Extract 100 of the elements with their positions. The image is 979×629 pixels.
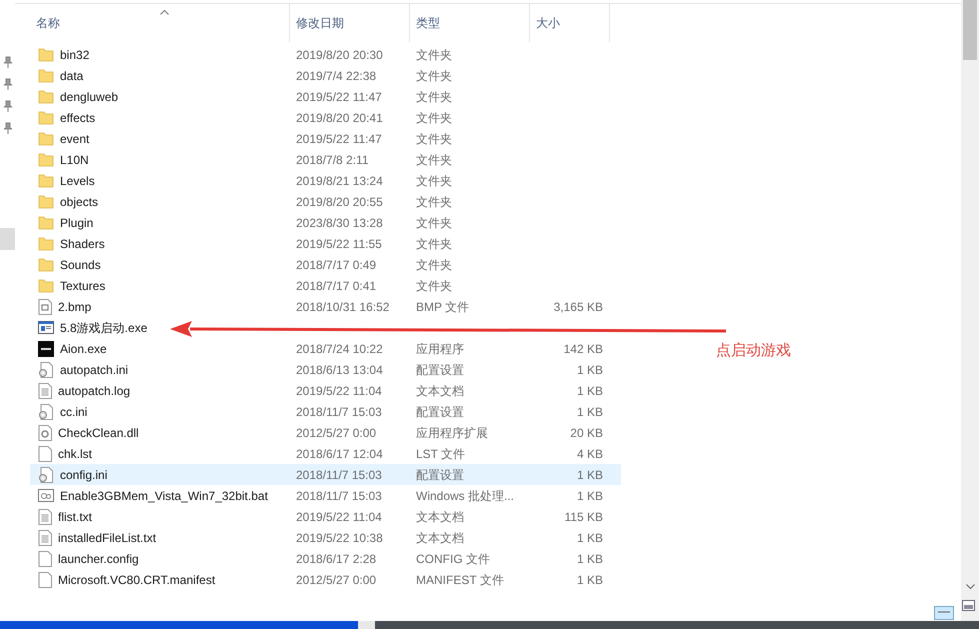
file-icon [38, 572, 52, 588]
file-row[interactable]: launcher.config 2018/6/17 2:28 CONFIG 文件 1 KB [30, 548, 621, 569]
folder-icon [38, 278, 54, 292]
file-size: 1 KB [576, 572, 603, 588]
file-row[interactable]: autopatch.ini 2018/6/13 13:04 配置设置 1 KB [30, 359, 621, 380]
column-header[interactable]: 名称 [30, 4, 290, 42]
file-name: chk.lst [58, 446, 92, 462]
scrollbar-thumb[interactable] [963, 0, 977, 60]
file-row[interactable]: Shaders 2019/5/22 11:55 文件夹 [30, 233, 621, 254]
file-row[interactable]: objects 2019/8/20 20:55 文件夹 [30, 191, 621, 212]
file-row[interactable]: L10N 2018/7/8 2:11 文件夹 [30, 149, 621, 170]
file-row[interactable]: 5.8游戏启动.exe [30, 317, 621, 338]
file-name: Aion.exe [60, 340, 107, 358]
file-type: 文件夹 [416, 68, 452, 82]
file-row[interactable]: autopatch.log 2019/5/22 11:04 文本文档 1 KB [30, 380, 621, 401]
image-file-icon [38, 298, 52, 314]
file-type: 配置设置 [416, 404, 464, 418]
modified-date: 2019/5/22 11:47 [296, 90, 382, 104]
modified-date: 2018/11/7 15:03 [296, 404, 382, 418]
file-size: 20 KB [570, 424, 603, 442]
file-type: 配置设置 [416, 468, 464, 482]
folder-icon [38, 90, 54, 104]
modified-date: 2018/7/17 0:49 [296, 258, 376, 272]
file-type: 文件夹 [416, 48, 452, 62]
file-name: Shaders [60, 236, 105, 252]
file-row[interactable]: Levels 2019/8/21 13:24 文件夹 [30, 170, 621, 191]
file-row[interactable]: bin32 2019/8/20 20:30 文件夹 [30, 44, 621, 65]
pin-icon[interactable] [2, 122, 12, 134]
modified-date: 2023/8/30 13:28 [296, 216, 383, 230]
folder-icon [38, 68, 54, 82]
modified-date: 2019/5/22 11:55 [296, 236, 382, 250]
file-name: dengluweb [60, 88, 118, 106]
file-name: flist.txt [58, 508, 92, 526]
file-name: L10N [60, 152, 89, 168]
file-icon [38, 446, 52, 462]
modified-date: 2018/7/8 2:11 [296, 152, 369, 166]
file-row[interactable]: Aion.exe 2018/7/24 10:22 应用程序 142 KB [30, 338, 621, 359]
file-size: 1 KB [576, 404, 603, 420]
annotation-text: 点启动游戏 [716, 341, 791, 361]
nav-scrollbar-thumb[interactable] [0, 228, 15, 250]
file-row[interactable]: event 2019/5/22 11:47 文件夹 [30, 128, 621, 149]
file-row[interactable]: installedFileList.txt 2019/5/22 10:38 文本文档 1 KB [30, 527, 621, 548]
modified-date: 2018/11/7 15:03 [296, 488, 382, 502]
folder-icon [38, 132, 54, 146]
file-type: 文件夹 [416, 216, 452, 230]
modified-date: 2018/7/17 0:41 [296, 278, 376, 292]
file-row[interactable]: effects 2019/8/20 20:41 文件夹 [30, 107, 621, 128]
file-name: autopatch.log [58, 382, 130, 400]
file-name: autopatch.ini [60, 362, 128, 378]
file-row[interactable]: cc.ini 2018/11/7 15:03 配置设置 1 KB [30, 401, 621, 422]
file-row[interactable]: dengluweb 2019/5/22 11:47 文件夹 [30, 86, 621, 107]
file-row[interactable]: config.ini 2018/11/7 15:03 配置设置 1 KB [30, 464, 621, 485]
modified-date: 2019/8/20 20:41 [296, 110, 383, 124]
file-name: Levels [60, 172, 95, 190]
file-type: 应用程序 [416, 342, 464, 356]
folder-icon [38, 152, 54, 166]
pin-icon[interactable] [2, 100, 12, 112]
file-type: 文件夹 [416, 110, 452, 124]
file-row[interactable]: Microsoft.VC80.CRT.manifest 2012/5/27 0:00 MANIFEST 文件 1 KB [30, 569, 621, 590]
modified-date: 2018/6/17 2:28 [296, 552, 376, 566]
file-row[interactable]: Plugin 2023/8/30 13:28 文件夹 [30, 212, 621, 233]
file-size: 4 KB [576, 446, 603, 462]
modified-date: 2018/10/31 16:52 [296, 300, 390, 314]
modified-date: 2018/6/17 12:04 [296, 446, 383, 460]
file-row[interactable]: CheckClean.dll 2012/5/27 0:00 应用程序扩展 20 KB [30, 422, 621, 443]
text-file-icon [38, 382, 52, 398]
file-row[interactable]: data 2019/7/4 22:38 文件夹 [30, 65, 621, 86]
pin-icon[interactable] [2, 78, 12, 90]
file-row[interactable]: flist.txt 2019/5/22 11:04 文本文档 115 KB [30, 506, 621, 527]
file-type: Windows 批处理... [416, 488, 514, 502]
scroll-down-icon[interactable] [966, 584, 975, 590]
file-name: Sounds [60, 256, 101, 274]
file-row[interactable]: 2.bmp 2018/10/31 16:52 BMP 文件 3,165 KB [30, 296, 621, 317]
column-header[interactable]: 类型 [410, 4, 530, 42]
file-size: 1 KB [576, 530, 603, 546]
settings-file-icon [38, 466, 54, 482]
thumbnail-view-icon[interactable] [962, 600, 975, 611]
file-type: 文件夹 [416, 90, 452, 104]
modified-date: 2019/8/21 13:24 [296, 174, 383, 188]
gear-file-icon [38, 424, 52, 440]
file-name: Enable3GBMem_Vista_Win7_32bit.bat [60, 488, 268, 504]
pin-icon[interactable] [2, 56, 12, 68]
file-size: 3,165 KB [554, 298, 603, 316]
file-row[interactable]: chk.lst 2018/6/17 12:04 LST 文件 4 KB [30, 443, 621, 464]
file-type: 文本文档 [416, 530, 464, 544]
file-size: 1 KB [576, 488, 603, 504]
file-icon [38, 550, 52, 566]
file-row[interactable]: Textures 2018/7/17 0:41 文件夹 [30, 275, 621, 296]
column-header[interactable]: 大小 [530, 4, 610, 42]
file-name: Microsoft.VC80.CRT.manifest [58, 572, 216, 588]
column-header[interactable]: 修改日期 [290, 4, 410, 42]
modified-date: 2019/8/20 20:30 [296, 48, 383, 62]
file-type: 配置设置 [416, 362, 464, 376]
scrollbar[interactable] [961, 0, 979, 621]
file-row[interactable]: Sounds 2018/7/17 0:49 文件夹 [30, 254, 621, 275]
folder-icon [38, 174, 54, 188]
file-type: CONFIG 文件 [416, 552, 490, 566]
details-view-icon[interactable] [934, 606, 954, 620]
file-size: 1 KB [576, 382, 603, 400]
file-row[interactable]: Enable3GBMem_Vista_Win7_32bit.bat 2018/11/7 15:03 Windows 批处理... 1 KB [30, 485, 621, 506]
